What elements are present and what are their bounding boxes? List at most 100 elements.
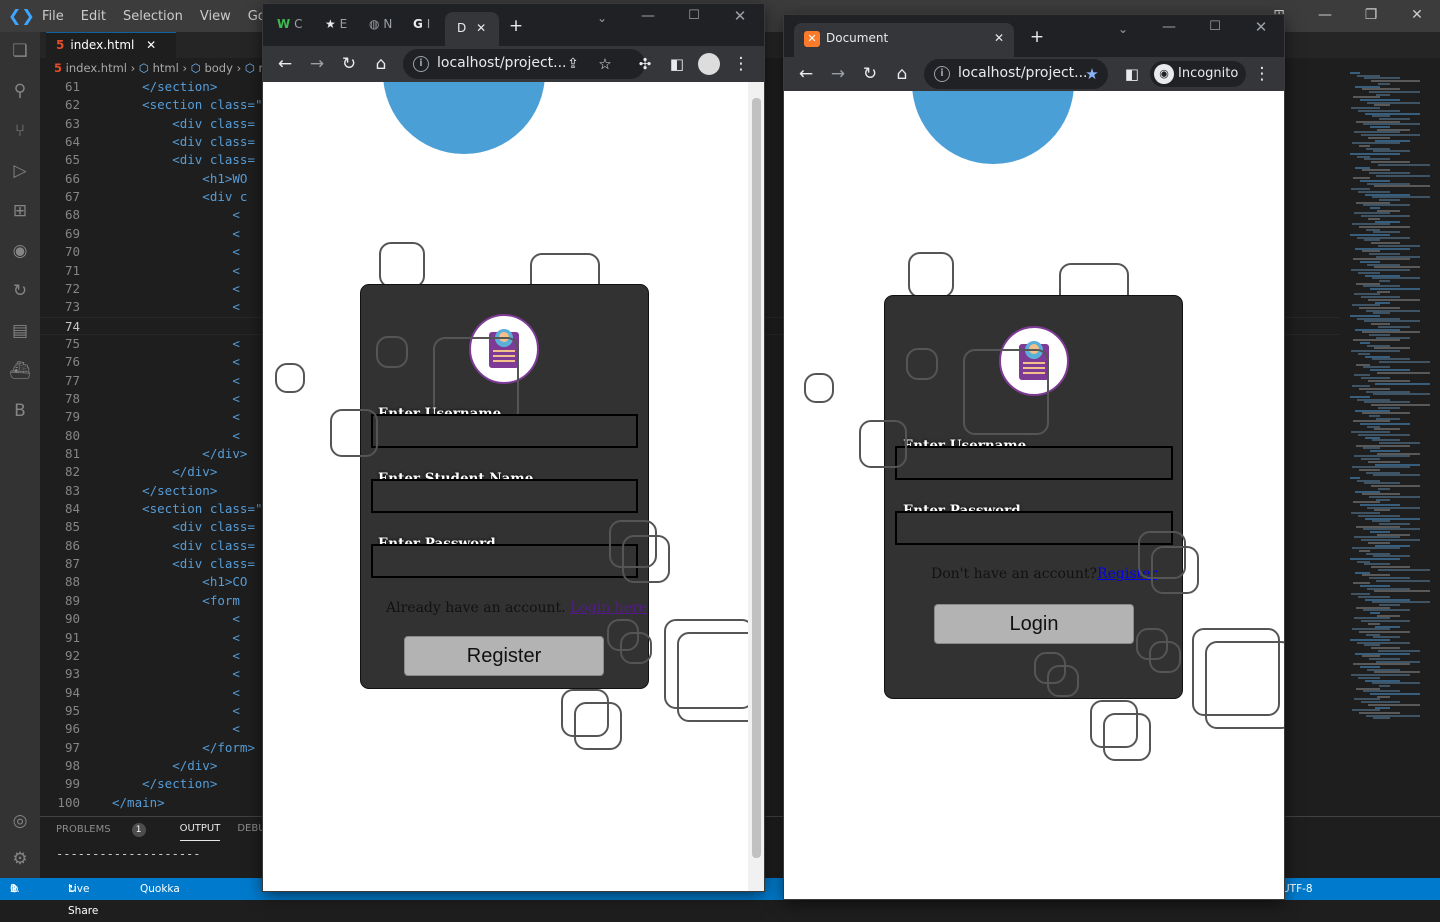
- code-line[interactable]: 76 <: [40, 353, 240, 371]
- code-line[interactable]: 80 <: [40, 427, 240, 445]
- code-line[interactable]: 83 </section>: [40, 482, 217, 500]
- code-line[interactable]: 90 <: [40, 610, 240, 628]
- code-line[interactable]: 78 <: [40, 390, 240, 408]
- code-line[interactable]: 75 <: [40, 335, 240, 353]
- reload-button[interactable]: ↻: [856, 60, 884, 88]
- close-button[interactable]: ✕: [1247, 15, 1275, 41]
- tab-output[interactable]: OUTPUT: [179, 823, 221, 841]
- code-line[interactable]: 98 </div>: [40, 757, 217, 775]
- code-line[interactable]: 89 <form: [40, 592, 240, 610]
- maximize-button[interactable]: ☐: [680, 4, 708, 30]
- close-button[interactable]: ✕: [726, 4, 754, 30]
- code-line[interactable]: 61 </section>: [40, 78, 217, 96]
- menu-edit[interactable]: Edit: [73, 9, 115, 24]
- scrollbar-thumb[interactable]: [752, 98, 761, 858]
- share-icon[interactable]: ⇪: [559, 50, 587, 78]
- breadcrumb-html[interactable]: html: [153, 61, 179, 75]
- chrome-menu-icon[interactable]: ⋮: [727, 50, 755, 78]
- live-share-icon[interactable]: ↻: [9, 280, 31, 302]
- search-icon[interactable]: ⚲: [9, 80, 31, 102]
- code-line[interactable]: 96 <: [40, 720, 240, 738]
- register-button[interactable]: Register: [404, 636, 604, 676]
- code-line[interactable]: 93 <: [40, 665, 240, 683]
- account-icon[interactable]: ◎: [9, 810, 31, 832]
- tab-document[interactable]: ✕ Document ✕: [794, 23, 1014, 57]
- tab-search-icon[interactable]: ⌄: [588, 4, 616, 32]
- close-button[interactable]: ✕: [1394, 0, 1440, 32]
- code-line[interactable]: 69 <: [40, 225, 240, 243]
- new-tab-button[interactable]: +: [502, 12, 530, 40]
- code-line[interactable]: 82 </div>: [40, 463, 217, 481]
- b-extension-icon[interactable]: B: [9, 400, 31, 422]
- restore-button[interactable]: ❐: [1348, 0, 1394, 32]
- bookmark-star-icon[interactable]: ☆: [591, 50, 619, 78]
- code-line[interactable]: 64 <div class=: [40, 133, 255, 151]
- forward-button[interactable]: →: [824, 60, 852, 88]
- login-button[interactable]: Login: [934, 604, 1134, 644]
- back-button[interactable]: ←: [792, 60, 820, 88]
- side-panel-icon[interactable]: ◧: [1118, 60, 1146, 88]
- password-input[interactable]: [895, 511, 1173, 545]
- tab-w[interactable]: W C: [277, 17, 302, 31]
- code-line[interactable]: 94 <: [40, 684, 240, 702]
- tab-google[interactable]: G I: [413, 17, 430, 31]
- explorer-icon[interactable]: ❏: [9, 40, 31, 62]
- minimap[interactable]: [1340, 58, 1440, 814]
- menu-file[interactable]: File: [34, 9, 73, 24]
- code-line[interactable]: 81 </div>: [40, 445, 248, 463]
- code-line[interactable]: 99 </section>: [40, 775, 217, 793]
- code-line[interactable]: 79 <: [40, 408, 240, 426]
- code-line[interactable]: 87 <div class=: [40, 555, 255, 573]
- bookmark-star-icon[interactable]: ★: [1078, 60, 1106, 88]
- home-button[interactable]: ⌂: [888, 60, 916, 88]
- tab-close-icon[interactable]: ✕: [994, 31, 1004, 45]
- code-line[interactable]: 86 <div class=: [40, 537, 255, 555]
- menu-selection[interactable]: Selection: [115, 9, 192, 24]
- docker-icon[interactable]: ⛴: [9, 360, 31, 382]
- code-line[interactable]: 91 <: [40, 629, 240, 647]
- tab-search-icon[interactable]: ⌄: [1109, 15, 1137, 43]
- status-encoding[interactable]: UTF-8: [1282, 878, 1313, 900]
- status-quokka[interactable]: Quokka: [140, 878, 180, 900]
- code-line[interactable]: 66 <h1>WO: [40, 170, 248, 188]
- profile-avatar[interactable]: [695, 50, 723, 78]
- reload-button[interactable]: ↻: [335, 50, 363, 78]
- username-input[interactable]: [371, 414, 638, 448]
- side-panel-icon[interactable]: ◧: [663, 50, 691, 78]
- code-line[interactable]: 85 <div class=: [40, 518, 255, 536]
- git-graph-icon[interactable]: ◉: [9, 240, 31, 262]
- code-line[interactable]: 95 <: [40, 702, 240, 720]
- tab-close-icon[interactable]: ✕: [476, 21, 486, 35]
- back-button[interactable]: ←: [271, 50, 299, 78]
- source-control-icon[interactable]: ⑂: [9, 120, 31, 142]
- forward-button[interactable]: →: [303, 50, 331, 78]
- minimize-button[interactable]: —: [1302, 0, 1348, 32]
- new-tab-button[interactable]: +: [1023, 23, 1051, 51]
- tab-close-icon[interactable]: ✕: [146, 38, 156, 52]
- tab-active-d[interactable]: D ✕: [445, 12, 499, 46]
- code-line[interactable]: 68 <: [40, 206, 240, 224]
- tab-globe[interactable]: ◍ N: [369, 17, 392, 31]
- tab-problems[interactable]: PROBLEMS 1: [56, 823, 163, 841]
- code-line[interactable]: 77 <: [40, 372, 240, 390]
- chrome-menu-icon[interactable]: ⋮: [1248, 60, 1276, 88]
- code-line[interactable]: 65 <div class=: [40, 151, 255, 169]
- code-line[interactable]: 84 <section class=": [40, 500, 263, 518]
- minimize-button[interactable]: —: [1155, 15, 1183, 41]
- page-scrollbar[interactable]: [748, 82, 764, 891]
- student-name-input[interactable]: [371, 479, 638, 513]
- login-link[interactable]: Login here: [570, 600, 647, 616]
- run-debug-icon[interactable]: ▷: [9, 160, 31, 182]
- notebook-icon[interactable]: ▤: [9, 320, 31, 342]
- code-line[interactable]: 70 <: [40, 243, 240, 261]
- code-line[interactable]: 63 <div class=: [40, 115, 255, 133]
- menu-view[interactable]: View: [192, 9, 240, 24]
- site-info-icon[interactable]: i: [934, 66, 950, 82]
- maximize-button[interactable]: ☐: [1201, 15, 1229, 41]
- breadcrumb-file[interactable]: index.html: [66, 61, 127, 75]
- code-line[interactable]: 62 <section class=": [40, 96, 263, 114]
- tab-index-html[interactable]: 5 index.html ✕: [46, 32, 176, 58]
- code-line[interactable]: 100 </main>: [40, 794, 164, 812]
- code-line[interactable]: 72 <: [40, 280, 240, 298]
- minimize-button[interactable]: —: [634, 4, 662, 30]
